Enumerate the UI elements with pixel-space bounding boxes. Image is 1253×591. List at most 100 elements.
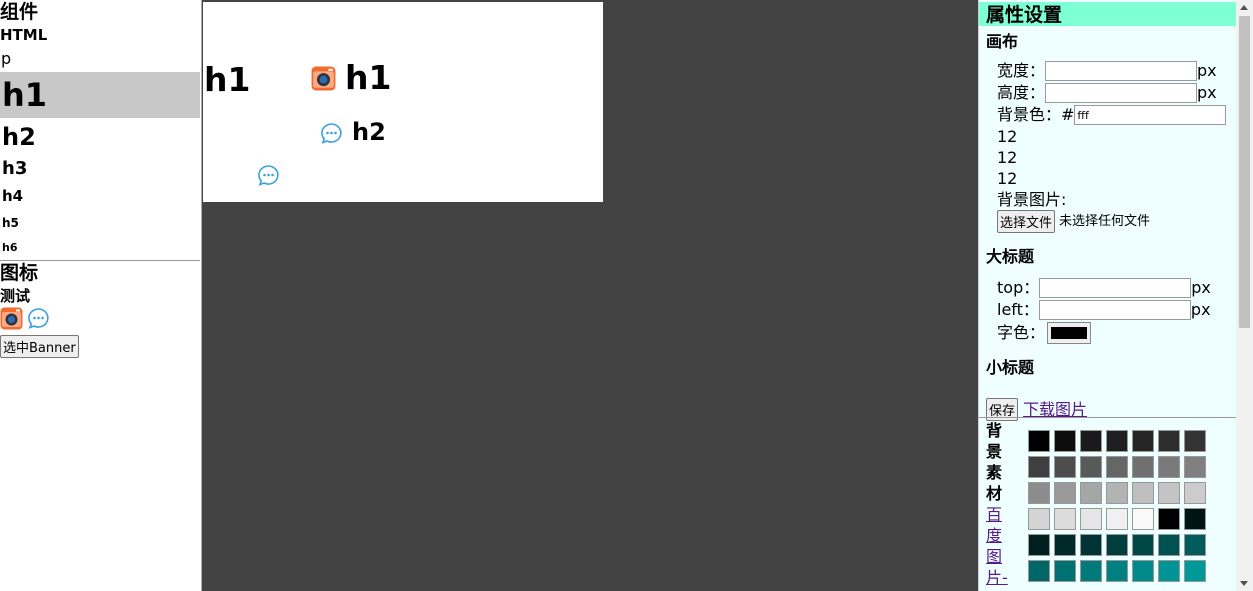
- palette-swatch[interactable]: [1158, 560, 1180, 582]
- palette-swatch[interactable]: [1158, 456, 1180, 478]
- component-h5[interactable]: h5: [0, 210, 200, 236]
- palette-swatch[interactable]: [1106, 534, 1128, 556]
- canvas-section-title: 画布: [986, 32, 1019, 51]
- bg-color-input[interactable]: [1074, 105, 1227, 125]
- bg-material-char: 背: [986, 421, 1003, 440]
- palette-swatch[interactable]: [1158, 482, 1180, 504]
- palette-swatch[interactable]: [1028, 508, 1050, 530]
- no-file-text: 未选择任何文件: [1059, 213, 1151, 229]
- palette-swatch[interactable]: [1028, 456, 1050, 478]
- baidu-image-link[interactable]: 图: [986, 546, 1010, 567]
- scroll-up-arrow-icon[interactable]: [1240, 5, 1248, 10]
- scrollbar-thumb[interactable]: [1239, 16, 1250, 328]
- palette-swatch[interactable]: [1054, 508, 1076, 530]
- baidu-image-link[interactable]: 片-: [986, 567, 1010, 588]
- bg-image-label: 背景图片:: [997, 190, 1067, 209]
- big-title-section-title: 大标题: [986, 247, 1035, 266]
- component-p[interactable]: p: [0, 46, 200, 72]
- palette-swatch[interactable]: [1106, 482, 1128, 504]
- palette-swatch[interactable]: [1132, 456, 1154, 478]
- bg-material-section: 背 景 素 材 百 度 图 片-: [979, 417, 1237, 591]
- height-unit: px: [1197, 83, 1217, 102]
- panel-title: 属性设置: [979, 2, 1237, 26]
- palette-swatch[interactable]: [1132, 508, 1154, 530]
- palette-swatch[interactable]: [1080, 482, 1102, 504]
- palette-swatch[interactable]: [1054, 482, 1076, 504]
- palette-swatch[interactable]: [1028, 482, 1050, 504]
- palette-swatch[interactable]: [1132, 560, 1154, 582]
- height-input[interactable]: [1045, 83, 1198, 103]
- component-h4[interactable]: h4: [0, 182, 200, 210]
- banner-h2[interactable]: h2: [352, 118, 386, 146]
- left-input[interactable]: [1038, 300, 1191, 320]
- palette-swatch[interactable]: [1080, 534, 1102, 556]
- height-label: 高度：: [997, 83, 1046, 102]
- chat-bubble-icon[interactable]: [320, 122, 343, 149]
- baidu-image-link[interactable]: 度: [986, 525, 1010, 546]
- palette-swatch[interactable]: [1132, 430, 1154, 452]
- palette-swatch[interactable]: [1184, 534, 1206, 556]
- palette-swatch[interactable]: [1132, 534, 1154, 556]
- component-h3[interactable]: h3: [0, 156, 200, 182]
- palette-swatch[interactable]: [1028, 430, 1050, 452]
- palette-swatch[interactable]: [1158, 534, 1180, 556]
- palette-swatch[interactable]: [1132, 482, 1154, 504]
- select-banner-button[interactable]: 选中Banner: [0, 335, 79, 358]
- banner-h1-with-icon[interactable]: h1: [345, 58, 391, 97]
- width-input[interactable]: [1045, 61, 1198, 81]
- camera-icon[interactable]: [311, 66, 336, 95]
- banner-h1[interactable]: h1: [204, 60, 250, 99]
- width-unit: px: [1197, 61, 1217, 80]
- palette-swatch[interactable]: [1106, 456, 1128, 478]
- components-title: 组件: [0, 1, 39, 23]
- component-h6[interactable]: h6: [0, 236, 200, 260]
- component-h1[interactable]: h1: [0, 72, 200, 118]
- number-2: 12: [997, 148, 1018, 167]
- icon-list: [0, 307, 200, 333]
- canvas-stage: h1 h1 h2: [201, 0, 979, 591]
- palette-swatch[interactable]: [1184, 508, 1206, 530]
- font-color-picker[interactable]: [1047, 322, 1092, 344]
- vertical-scrollbar[interactable]: [1236, 0, 1253, 591]
- test-label: 测试: [0, 287, 31, 305]
- palette-swatch[interactable]: [1054, 534, 1076, 556]
- palette-swatch[interactable]: [1054, 430, 1076, 452]
- top-label: top：: [997, 278, 1040, 297]
- component-h2[interactable]: h2: [0, 118, 200, 156]
- palette-swatch[interactable]: [1080, 456, 1102, 478]
- palette-swatch[interactable]: [1028, 560, 1050, 582]
- palette-swatch[interactable]: [1080, 430, 1102, 452]
- left-unit: px: [1190, 300, 1211, 319]
- palette-swatch[interactable]: [1158, 508, 1180, 530]
- component-html[interactable]: HTML: [0, 24, 200, 46]
- width-label: 宽度：: [997, 61, 1046, 80]
- palette-swatch[interactable]: [1106, 560, 1128, 582]
- palette-swatch[interactable]: [1054, 456, 1076, 478]
- baidu-image-link[interactable]: 百: [986, 504, 1010, 525]
- palette-swatch[interactable]: [1158, 430, 1180, 452]
- top-input[interactable]: [1039, 278, 1192, 298]
- palette-swatch[interactable]: [1028, 534, 1050, 556]
- chat-bubble-icon[interactable]: [27, 307, 50, 334]
- banner-canvas[interactable]: h1 h1 h2: [203, 2, 603, 202]
- icons-title: 图标: [0, 262, 39, 284]
- palette-swatch[interactable]: [1080, 560, 1102, 582]
- palette-swatch[interactable]: [1184, 430, 1206, 452]
- camera-icon[interactable]: [0, 307, 23, 334]
- palette-swatch[interactable]: [1106, 430, 1128, 452]
- palette-swatch[interactable]: [1184, 456, 1206, 478]
- palette-swatch[interactable]: [1106, 508, 1128, 530]
- scroll-down-arrow-icon[interactable]: [1240, 581, 1248, 586]
- palette-swatch[interactable]: [1080, 508, 1102, 530]
- properties-panel: 属性设置 画布 宽度： px 高度： px 背景色：# 12 12 12 背景图…: [978, 0, 1237, 591]
- choose-file-button[interactable]: 选择文件: [997, 210, 1056, 233]
- number-1: 12: [997, 127, 1018, 146]
- font-color-label: 字色：: [997, 323, 1046, 342]
- palette-swatch[interactable]: [1184, 560, 1206, 582]
- palette-swatch[interactable]: [1054, 560, 1076, 582]
- palette-swatch[interactable]: [1184, 482, 1206, 504]
- font-color-swatch: [1051, 327, 1088, 339]
- bg-material-char: 材: [986, 484, 1003, 503]
- chat-bubble-icon[interactable]: [257, 164, 280, 191]
- small-title-section-title: 小标题: [986, 358, 1035, 377]
